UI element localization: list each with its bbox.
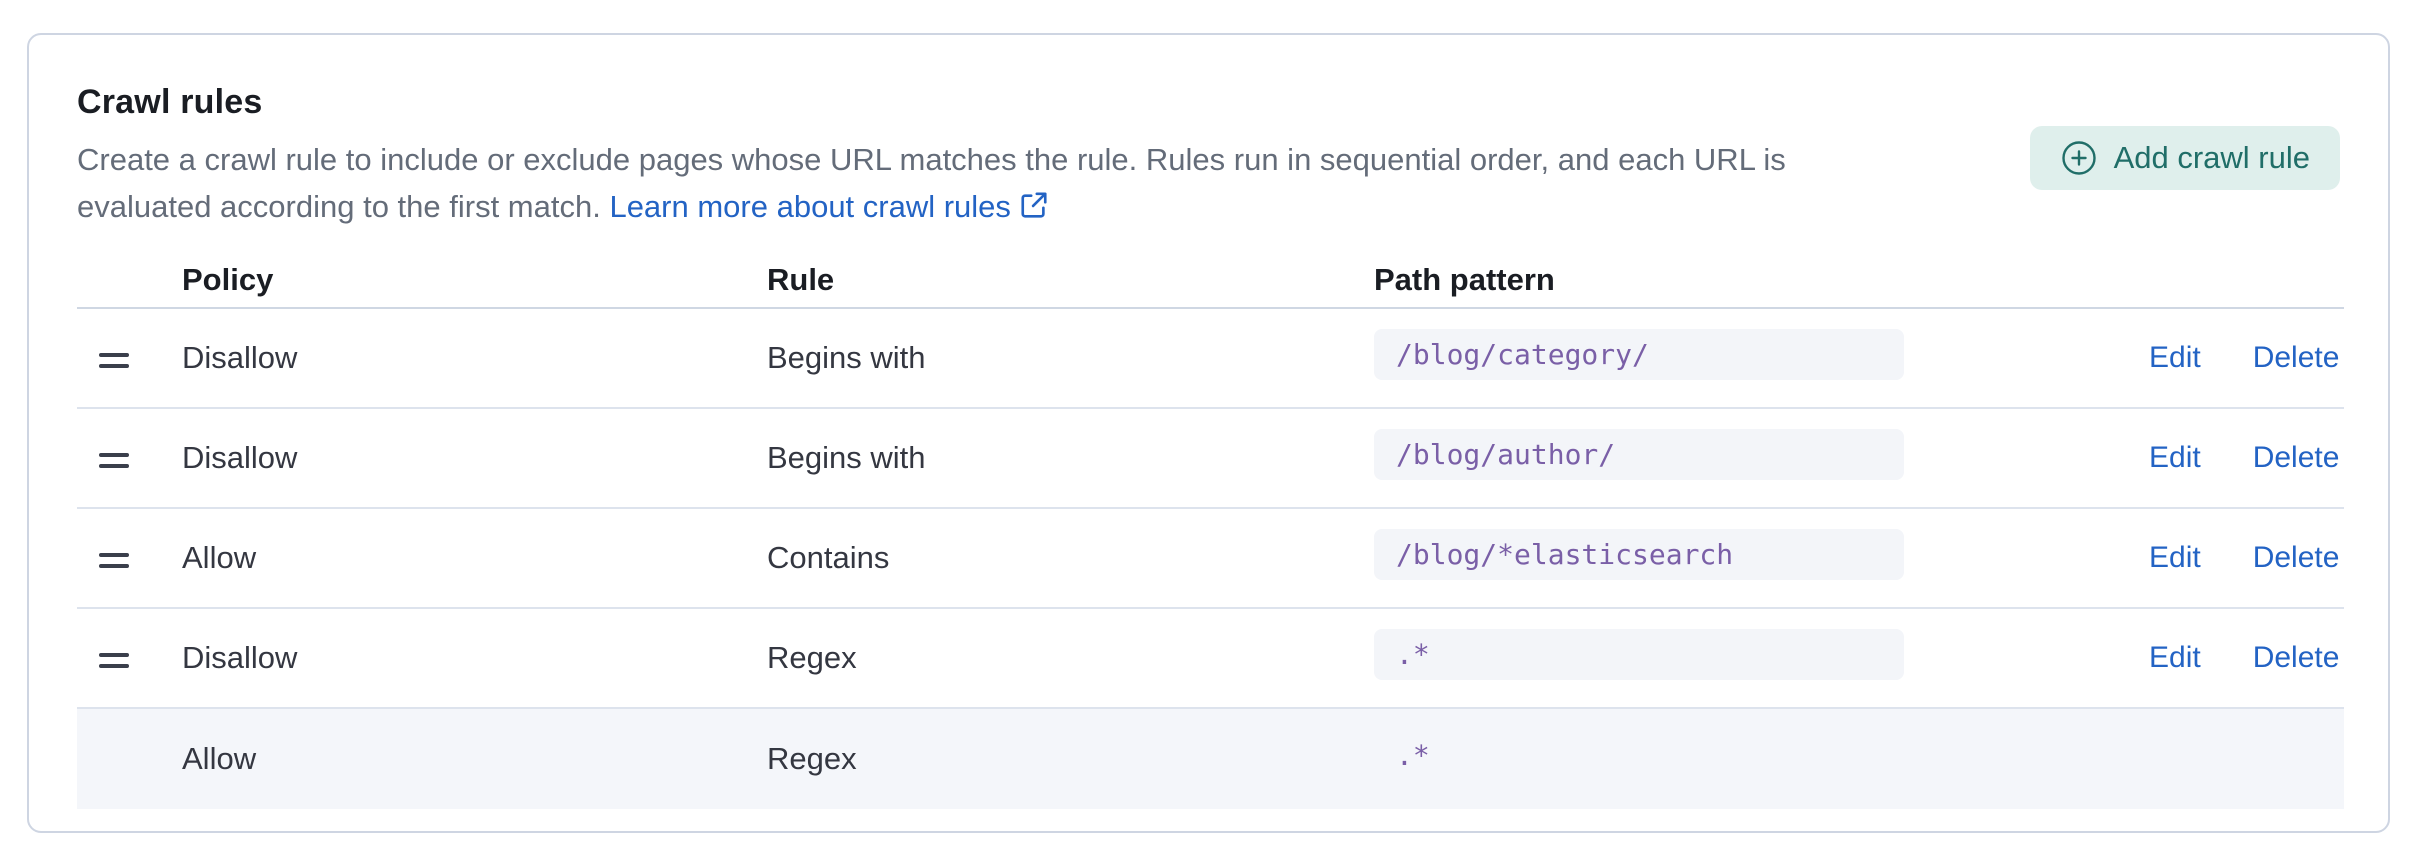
panel-header: Crawl rules Create a crawl rule to inclu… bbox=[77, 83, 2340, 233]
table-row-default-rule: Allow Regex .* bbox=[77, 709, 2344, 809]
row-actions: Edit Delete bbox=[2149, 541, 2344, 575]
rule-cell: Begins with bbox=[767, 440, 1374, 476]
panel-description: Create a crawl rule to include or exclud… bbox=[77, 136, 1786, 233]
rule-cell: Regex bbox=[767, 640, 1374, 676]
row-actions: Edit Delete bbox=[2149, 441, 2344, 475]
description-line-1: Create a crawl rule to include or exclud… bbox=[77, 136, 1786, 183]
page-title: Crawl rules bbox=[77, 83, 1786, 122]
header-rule: Rule bbox=[767, 262, 1374, 298]
crawl-rules-table: Policy Rule Path pattern Disallow Begins… bbox=[77, 253, 2344, 809]
path-pattern-value: .* bbox=[1374, 629, 1904, 680]
learn-more-label: Learn more about crawl rules bbox=[609, 189, 1010, 224]
description-line-2: evaluated according to the first match. bbox=[77, 189, 609, 224]
header-policy: Policy bbox=[182, 262, 767, 298]
panel-header-text: Crawl rules Create a crawl rule to inclu… bbox=[77, 83, 1786, 233]
path-pattern-value: /blog/author/ bbox=[1374, 429, 1904, 480]
table-header-row: Policy Rule Path pattern bbox=[77, 253, 2344, 309]
delete-link[interactable]: Delete bbox=[2253, 541, 2340, 575]
policy-cell: Disallow bbox=[182, 440, 767, 476]
table-row: Disallow Regex .* Edit Delete bbox=[77, 609, 2344, 709]
row-actions: Edit Delete bbox=[2149, 341, 2344, 375]
plus-circle-icon bbox=[2060, 139, 2098, 177]
policy-cell: Disallow bbox=[182, 340, 767, 376]
delete-link[interactable]: Delete bbox=[2253, 641, 2340, 675]
policy-cell: Allow bbox=[182, 540, 767, 576]
rule-cell: Contains bbox=[767, 540, 1374, 576]
grab-handle-icon[interactable] bbox=[99, 453, 129, 468]
crawl-rules-panel: Crawl rules Create a crawl rule to inclu… bbox=[27, 33, 2390, 833]
table-row: Disallow Begins with /blog/author/ Edit … bbox=[77, 409, 2344, 509]
policy-cell: Allow bbox=[182, 741, 767, 777]
delete-link[interactable]: Delete bbox=[2253, 341, 2340, 375]
rule-cell: Regex bbox=[767, 741, 1374, 777]
edit-link[interactable]: Edit bbox=[2149, 541, 2201, 575]
add-crawl-rule-label: Add crawl rule bbox=[2114, 140, 2310, 176]
delete-link[interactable]: Delete bbox=[2253, 441, 2340, 475]
policy-cell: Disallow bbox=[182, 640, 767, 676]
path-pattern-value: /blog/category/ bbox=[1374, 329, 1904, 380]
grab-handle-icon[interactable] bbox=[99, 553, 129, 568]
table-row: Allow Contains /blog/*elasticsearch Edit… bbox=[77, 509, 2344, 609]
rule-cell: Begins with bbox=[767, 340, 1374, 376]
header-path-pattern: Path pattern bbox=[1374, 262, 2149, 298]
path-pattern-value: .* bbox=[1374, 730, 1904, 781]
learn-more-link[interactable]: Learn more about crawl rules bbox=[609, 189, 1048, 224]
table-row: Disallow Begins with /blog/category/ Edi… bbox=[77, 309, 2344, 409]
edit-link[interactable]: Edit bbox=[2149, 641, 2201, 675]
row-actions: Edit Delete bbox=[2149, 641, 2344, 675]
edit-link[interactable]: Edit bbox=[2149, 441, 2201, 475]
external-link-icon bbox=[1019, 186, 1049, 233]
grab-handle-icon[interactable] bbox=[99, 653, 129, 668]
path-pattern-value: /blog/*elasticsearch bbox=[1374, 529, 1904, 580]
edit-link[interactable]: Edit bbox=[2149, 341, 2201, 375]
grab-handle-icon[interactable] bbox=[99, 353, 129, 368]
add-crawl-rule-button[interactable]: Add crawl rule bbox=[2030, 126, 2340, 190]
